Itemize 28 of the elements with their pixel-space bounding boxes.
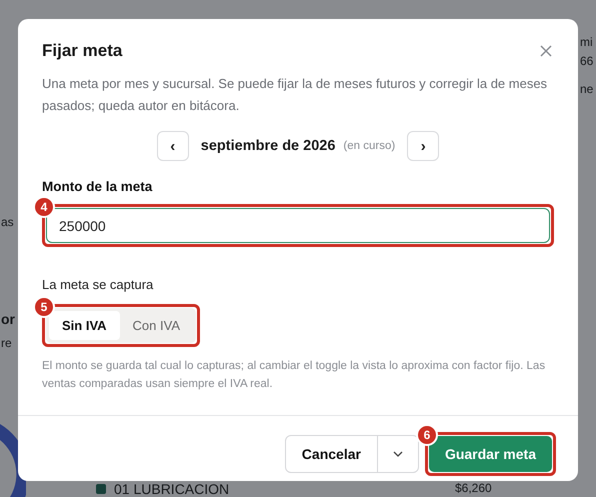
next-month-button[interactable]: › bbox=[407, 131, 440, 161]
background-text: or bbox=[1, 311, 15, 327]
amount-input[interactable]: 250000 bbox=[46, 208, 550, 243]
dialog-description: Una meta por mes y sucursal. Se puede fijar la de meses futuros y corregir la de meses pasados; queda autor en bitácora. bbox=[42, 75, 548, 115]
field-label: Monto de la meta bbox=[42, 179, 154, 194]
chevron-down-icon bbox=[392, 451, 403, 457]
background-text: 66 bbox=[580, 54, 594, 68]
close-icon bbox=[540, 45, 552, 57]
cancel-button[interactable]: Cancelar bbox=[286, 436, 378, 472]
dialog-title: Fijar meta bbox=[42, 41, 122, 61]
legend-label: 01 LUBRICACION bbox=[114, 481, 230, 497]
month-label: septiembre de 2026 bbox=[200, 138, 336, 154]
background-text: ne bbox=[580, 82, 594, 96]
previous-month-button[interactable]: ‹ bbox=[156, 131, 189, 161]
help-text: El monto se guarda tal cual lo capturas; al cambiar el toggle la vista lo aproxima con factor fijo. Las ventas comparadas usan siempre el IVA real. bbox=[42, 359, 546, 392]
field-label: La meta se captura bbox=[42, 277, 154, 292]
background-text: mi bbox=[580, 35, 593, 49]
close-button[interactable] bbox=[538, 43, 554, 59]
background-text: re bbox=[1, 336, 12, 350]
background-text: as bbox=[1, 215, 14, 229]
step-badge: 5 bbox=[33, 296, 55, 318]
legend-swatch bbox=[96, 484, 106, 494]
background-text: $6,260 bbox=[455, 481, 492, 495]
save-button[interactable]: Guardar meta bbox=[428, 436, 552, 472]
segment-option[interactable]: Con IVA bbox=[120, 311, 193, 340]
step-badge: 6 bbox=[416, 424, 438, 446]
month-note: (en curso) bbox=[343, 140, 396, 152]
segment-option[interactable]: Sin IVA bbox=[49, 311, 120, 340]
